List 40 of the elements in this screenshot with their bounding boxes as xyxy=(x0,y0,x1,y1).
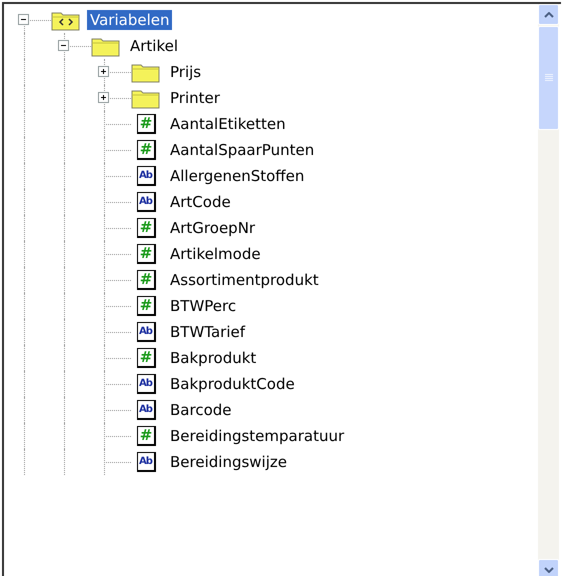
text-variable-icon: Ab xyxy=(136,452,156,472)
scroll-down-button[interactable] xyxy=(538,559,559,576)
tree-item[interactable]: Printer xyxy=(167,88,223,108)
tree-item[interactable]: Artikel xyxy=(127,36,182,56)
text-variable-icon: Ab xyxy=(136,400,156,420)
number-variable-icon: # xyxy=(136,218,156,238)
tree-item[interactable]: BTWPerc xyxy=(167,296,240,316)
number-variable-icon: # xyxy=(136,348,156,368)
scroll-up-button[interactable] xyxy=(538,4,559,25)
tree-item[interactable]: Assortimentprodukt xyxy=(167,270,322,290)
tree-item[interactable]: BakproduktCode xyxy=(167,374,298,394)
text-variable-icon: Ab xyxy=(136,192,156,212)
number-variable-icon: # xyxy=(136,426,156,446)
number-variable-icon: # xyxy=(136,140,156,160)
tree-item[interactable]: AantalEtiketten xyxy=(167,114,289,134)
expand-button[interactable] xyxy=(98,92,109,103)
text-variable-icon: Ab xyxy=(136,166,156,186)
tree-item[interactable]: AantalSpaarPunten xyxy=(167,140,318,160)
tree-item[interactable]: Artikelmode xyxy=(167,244,264,264)
tree-item[interactable]: Prijs xyxy=(167,62,204,82)
tree-item[interactable]: AllergenenStoffen xyxy=(167,166,308,186)
number-variable-icon: # xyxy=(136,296,156,316)
tree-item[interactable]: Bereidingswijze xyxy=(167,452,290,472)
tree-item[interactable]: ArtGroepNr xyxy=(167,218,258,238)
tree-item[interactable]: Barcode xyxy=(167,400,234,420)
scrollbar-thumb[interactable] xyxy=(538,26,559,130)
collapse-button[interactable] xyxy=(18,14,29,25)
collapse-button[interactable] xyxy=(58,40,69,51)
tree-item[interactable]: Bereidingstemparatuur xyxy=(167,426,348,446)
number-variable-icon: # xyxy=(136,244,156,264)
number-variable-icon: # xyxy=(136,270,156,290)
tree-item[interactable]: Variabelen xyxy=(87,10,172,30)
grip-icon xyxy=(544,74,552,82)
tree-item[interactable]: ArtCode xyxy=(167,192,234,212)
text-variable-icon: Ab xyxy=(136,322,156,342)
tree-item[interactable]: Bakprodukt xyxy=(167,348,260,368)
expand-button[interactable] xyxy=(98,66,109,77)
number-variable-icon: # xyxy=(136,114,156,134)
text-variable-icon: Ab xyxy=(136,374,156,394)
tree-item[interactable]: BTWTarief xyxy=(167,322,248,342)
